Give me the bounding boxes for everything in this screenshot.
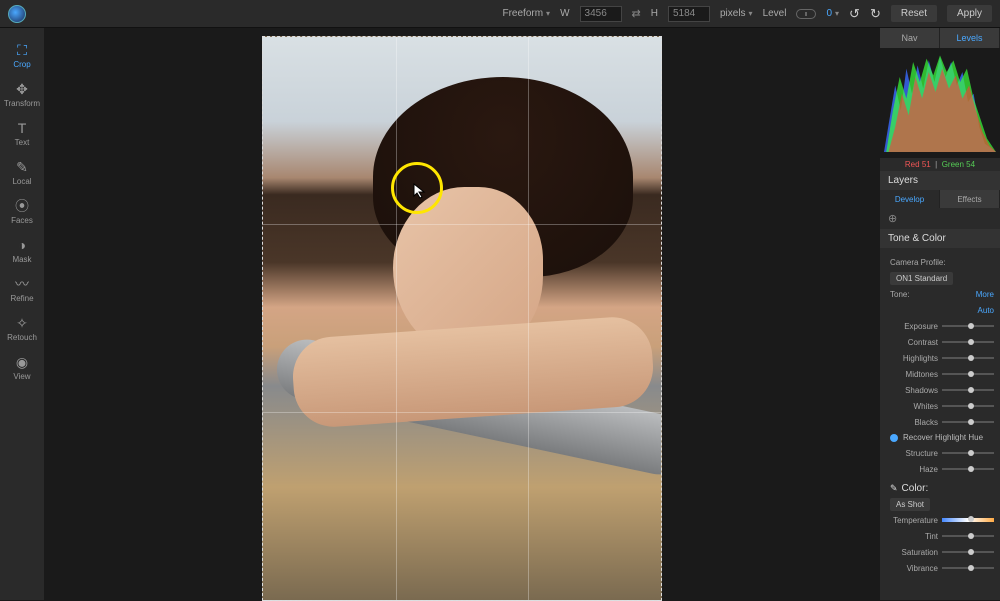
- view-tool[interactable]: ◉View: [2, 350, 42, 385]
- photo-content: [333, 77, 593, 597]
- face-icon: ⦿: [15, 198, 29, 214]
- layers-header[interactable]: Layers: [880, 171, 1000, 190]
- retouch-tool[interactable]: ✧Retouch: [2, 311, 42, 346]
- app-logo-icon: [8, 5, 26, 23]
- mask-tool[interactable]: ◑Mask: [2, 233, 42, 268]
- develop-tab[interactable]: Develop: [880, 190, 940, 208]
- transform-tool[interactable]: ✥Transform: [2, 77, 42, 112]
- move-icon: ✥: [16, 81, 28, 97]
- exposure-slider[interactable]: Exposure: [890, 318, 994, 334]
- grid-line: [263, 224, 661, 225]
- level-tool-icon[interactable]: [796, 9, 816, 19]
- auto-tone-button[interactable]: Auto: [978, 306, 994, 315]
- chevron-down-icon: ▾: [835, 9, 839, 18]
- nav-tab[interactable]: Nav: [880, 28, 940, 48]
- recover-highlight-hue-toggle[interactable]: Recover Highlight Hue: [890, 430, 994, 445]
- grid-line: [528, 37, 529, 600]
- haze-slider[interactable]: Haze: [890, 461, 994, 477]
- histogram-readout: Red 51 | Green 54: [880, 158, 1000, 171]
- camera-profile-dropdown[interactable]: ON1 Standard: [890, 272, 953, 285]
- cursor-highlight: [391, 162, 443, 214]
- mask-icon: ◑: [18, 237, 26, 253]
- crop-frame[interactable]: [262, 36, 662, 601]
- tint-slider[interactable]: Tint: [890, 528, 994, 544]
- add-layer-button[interactable]: ⊕: [880, 208, 1000, 229]
- retouch-icon: ✧: [16, 315, 28, 331]
- options-bar: Freeform▾ W ⇄ H pixels▾ Level 0▾ ↺ ↻ Res…: [0, 0, 1000, 28]
- eyedropper-icon[interactable]: ✎: [890, 483, 898, 494]
- chevron-down-icon: ▾: [749, 9, 753, 18]
- units-dropdown[interactable]: pixels▾: [720, 8, 753, 19]
- aspect-ratio-dropdown[interactable]: Freeform▾: [502, 8, 550, 19]
- tone-color-header[interactable]: Tone & Color: [880, 229, 1000, 248]
- levels-tab[interactable]: Levels: [940, 28, 1000, 48]
- whites-slider[interactable]: Whites: [890, 398, 994, 414]
- crop-tool[interactable]: ⛶Crop: [2, 38, 42, 73]
- rotate-ccw-icon[interactable]: ↺: [849, 6, 860, 22]
- reset-button[interactable]: Reset: [891, 5, 937, 22]
- checkbox-on-icon: [890, 434, 898, 442]
- tone-more-link[interactable]: More: [976, 290, 994, 299]
- effects-tab[interactable]: Effects: [940, 190, 1000, 208]
- chevron-down-icon: ▾: [546, 9, 550, 18]
- brush-icon: ✎: [16, 159, 28, 175]
- grid-line: [263, 412, 661, 413]
- refine-tool[interactable]: 〰Refine: [2, 272, 42, 307]
- local-tool[interactable]: ✎Local: [2, 155, 42, 190]
- white-balance-dropdown[interactable]: As Shot: [890, 498, 930, 511]
- color-section-header: ✎Color:: [890, 477, 994, 496]
- tone-label: Tone:: [890, 290, 910, 299]
- blacks-slider[interactable]: Blacks: [890, 414, 994, 430]
- shadows-slider[interactable]: Shadows: [890, 382, 994, 398]
- eye-icon: ◉: [16, 354, 28, 370]
- grid-line: [396, 37, 397, 600]
- highlights-slider[interactable]: Highlights: [890, 350, 994, 366]
- saturation-slider[interactable]: Saturation: [890, 544, 994, 560]
- structure-slider[interactable]: Structure: [890, 445, 994, 461]
- edit-mode-tabs: Develop Effects: [880, 190, 1000, 208]
- midtones-slider[interactable]: Midtones: [890, 366, 994, 382]
- link-dimensions-icon[interactable]: ⇄: [632, 7, 641, 20]
- vibrance-slider[interactable]: Vibrance: [890, 560, 994, 576]
- height-input[interactable]: [668, 6, 710, 22]
- histogram-tabs: Nav Levels: [880, 28, 1000, 48]
- crop-icon: ⛶: [17, 42, 27, 58]
- refine-icon: 〰: [15, 276, 29, 292]
- text-icon: T: [18, 120, 27, 136]
- cursor-arrow-icon: [412, 183, 428, 199]
- tool-sidebar: ⛶Crop ✥Transform TText ✎Local ⦿Faces ◑Ma…: [0, 28, 44, 600]
- width-input[interactable]: [580, 6, 622, 22]
- contrast-slider[interactable]: Contrast: [890, 334, 994, 350]
- angle-dropdown[interactable]: 0▾: [826, 8, 839, 19]
- width-label: W: [560, 8, 569, 19]
- crop-handle-top-right[interactable]: [649, 36, 662, 49]
- right-panel: Nav Levels Red 51 | Green 54 Layers Deve…: [880, 28, 1000, 600]
- text-tool[interactable]: TText: [2, 116, 42, 151]
- histogram: [880, 48, 1000, 158]
- apply-button[interactable]: Apply: [947, 5, 992, 22]
- height-label: H: [651, 8, 658, 19]
- rotate-cw-icon[interactable]: ↻: [870, 6, 881, 22]
- temperature-slider[interactable]: Temperature: [890, 512, 994, 528]
- canvas[interactable]: [44, 28, 880, 600]
- level-label: Level: [763, 8, 787, 19]
- faces-tool[interactable]: ⦿Faces: [2, 194, 42, 229]
- crop-handle-top-left[interactable]: [262, 36, 275, 49]
- camera-profile-label: Camera Profile:: [890, 258, 946, 267]
